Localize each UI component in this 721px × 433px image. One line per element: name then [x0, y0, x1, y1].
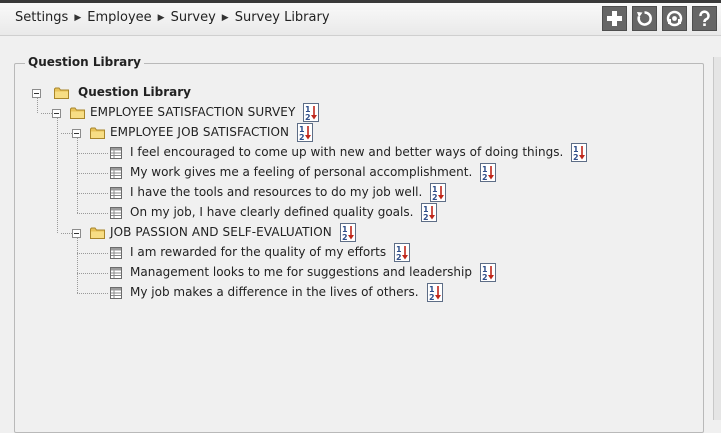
tree-connector [77, 193, 108, 194]
sort-order-icon: 12 [299, 125, 311, 141]
sort-order-button[interactable]: 12 [297, 123, 313, 142]
top-edge [0, 0, 721, 3]
breadcrumb-separator-icon: ▶ [221, 13, 229, 23]
sort-order-icon: 12 [573, 145, 585, 161]
tree-connector [57, 118, 58, 233]
tree-connector [77, 238, 78, 293]
tree-connector [77, 173, 108, 174]
question-item-label[interactable]: My job makes a difference in the lives o… [130, 285, 419, 299]
refresh-button[interactable] [632, 6, 657, 31]
sort-order-button[interactable]: 12 [427, 283, 443, 302]
sort-order-button[interactable]: 12 [571, 143, 587, 162]
sort-order-button[interactable]: 12 [340, 223, 356, 242]
question-item-label[interactable]: Management looks to me for suggestions a… [130, 265, 472, 279]
tree-connector [37, 98, 38, 113]
collapse-toggle-icon[interactable] [72, 129, 81, 138]
svg-text:2: 2 [429, 293, 435, 301]
collapse-toggle-icon[interactable] [72, 229, 81, 238]
sort-order-button[interactable]: 12 [303, 103, 319, 122]
tree-connector [77, 153, 108, 154]
svg-text:2: 2 [342, 233, 348, 241]
tree-connector [77, 213, 108, 214]
tree-connector [77, 273, 108, 274]
tree-connector [77, 293, 108, 294]
svg-text:2: 2 [423, 213, 429, 221]
svg-text:2: 2 [396, 253, 402, 261]
collapse-toggle-icon[interactable] [32, 89, 41, 98]
svg-text:2: 2 [432, 193, 438, 201]
tree-connector [41, 113, 52, 114]
svg-text:2: 2 [482, 173, 488, 181]
top-bar: Settings ▶ Employee ▶ Survey ▶ Survey Library [0, 0, 721, 36]
group-node-label[interactable]: EMPLOYEE JOB SATISFACTION [110, 125, 289, 139]
sort-order-button[interactable]: 12 [480, 163, 496, 182]
tree-connector [61, 133, 72, 134]
svg-text:2: 2 [573, 153, 579, 161]
sort-order-button[interactable]: 12 [480, 263, 496, 282]
sort-order-button[interactable]: 12 [421, 203, 437, 222]
sort-order-icon: 12 [482, 265, 494, 281]
sort-order-icon: 12 [342, 225, 354, 241]
folder-icon [54, 87, 69, 99]
support-button[interactable] [662, 6, 687, 31]
tree-root-label[interactable]: Question Library [78, 85, 191, 99]
question-icon [110, 147, 122, 159]
question-item-label[interactable]: I feel encouraged to come up with new an… [130, 145, 563, 159]
sort-order-icon: 12 [396, 245, 408, 261]
sort-order-icon: 12 [429, 285, 441, 301]
question-item-label[interactable]: I am rewarded for the quality of my effo… [130, 245, 386, 259]
library-legend: Question Library [25, 55, 144, 69]
sort-order-icon: 12 [305, 105, 317, 121]
refresh-icon [637, 11, 652, 26]
question-icon [110, 207, 122, 219]
question-icon [110, 167, 122, 179]
question-item-label[interactable]: On my job, I have clearly defined qualit… [130, 205, 413, 219]
add-icon [607, 11, 622, 26]
sort-order-button[interactable]: 12 [394, 243, 410, 262]
question-icon [110, 247, 122, 259]
survey-node-label[interactable]: EMPLOYEE SATISFACTION SURVEY [90, 105, 295, 119]
breadcrumb-separator-icon: ▶ [74, 13, 82, 23]
question-item-label[interactable]: I have the tools and resources to do my … [130, 185, 422, 199]
tree-connector [61, 233, 72, 234]
group-node-label[interactable]: JOB PASSION AND SELF-EVALUATION [110, 225, 332, 239]
folder-icon [90, 127, 105, 139]
question-icon [110, 187, 122, 199]
question-item-label[interactable]: My work gives me a feeling of personal a… [130, 165, 472, 179]
toolbar [602, 6, 717, 31]
sort-order-icon: 12 [423, 205, 435, 221]
collapse-toggle-icon[interactable] [52, 109, 61, 118]
breadcrumb-survey[interactable]: Survey [171, 10, 216, 25]
svg-text:2: 2 [482, 273, 488, 281]
breadcrumb-separator-icon: ▶ [157, 13, 165, 23]
breadcrumb: Settings ▶ Employee ▶ Survey ▶ Survey Library [15, 10, 330, 25]
sort-order-icon: 12 [432, 185, 444, 201]
svg-text:2: 2 [299, 133, 305, 141]
question-icon [110, 267, 122, 279]
folder-icon [90, 227, 105, 239]
question-icon [110, 287, 122, 299]
breadcrumb-survey-library: Survey Library [234, 10, 330, 25]
help-button[interactable] [692, 6, 717, 31]
tree-connector [77, 253, 108, 254]
breadcrumb-employee[interactable]: Employee [87, 10, 151, 25]
scrollbar[interactable] [713, 57, 721, 420]
svg-text:2: 2 [305, 113, 311, 121]
folder-icon [70, 107, 85, 119]
add-button[interactable] [602, 6, 627, 31]
sort-order-icon: 12 [482, 165, 494, 181]
tree-connector [77, 138, 78, 213]
sort-order-button[interactable]: 12 [430, 183, 446, 202]
breadcrumb-settings[interactable]: Settings [15, 10, 68, 25]
help-icon [699, 10, 710, 26]
support-icon [666, 10, 683, 27]
